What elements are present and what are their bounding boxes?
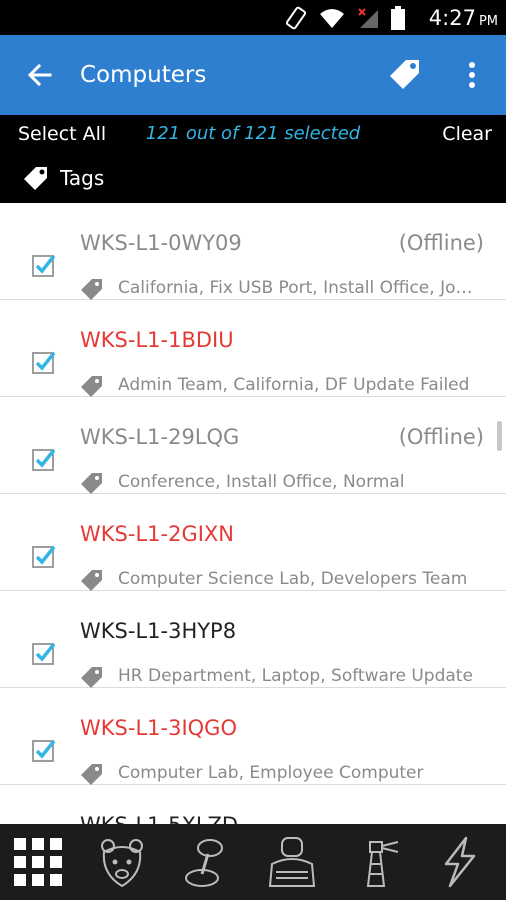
computer-tags: Computer Science Lab, Developers Team bbox=[118, 569, 468, 589]
bear-icon[interactable] bbox=[94, 834, 150, 890]
computer-tags: Admin Team, California, DF Update Failed bbox=[118, 375, 470, 395]
offline-status: (Offline) bbox=[398, 231, 484, 255]
lightning-bolt-icon[interactable] bbox=[432, 834, 488, 890]
tag-icon bbox=[81, 570, 102, 591]
time-ampm: PM bbox=[478, 14, 498, 29]
computer-tags: Conference, Install Office, Normal bbox=[118, 472, 405, 492]
list-item[interactable]: WKS-L1-5XLZD bbox=[0, 785, 506, 824]
checkbox-checked-icon[interactable] bbox=[32, 738, 56, 762]
battery-icon bbox=[391, 6, 405, 30]
checkbox-checked-icon[interactable] bbox=[32, 641, 56, 665]
status-icons bbox=[284, 6, 406, 30]
computer-tags: HR Department, Laptop, Software Update bbox=[118, 666, 473, 686]
joystick-icon[interactable] bbox=[180, 834, 236, 890]
tag-icon bbox=[81, 667, 102, 688]
back-arrow-icon[interactable] bbox=[24, 59, 56, 91]
cellular-signal-icon bbox=[358, 8, 378, 28]
grid-menu-icon[interactable] bbox=[10, 834, 66, 890]
offline-status: (Offline) bbox=[398, 425, 484, 449]
list-item[interactable]: WKS-L1-2GIXN Computer Science Lab, Devel… bbox=[0, 494, 506, 591]
wifi-icon bbox=[320, 9, 344, 28]
tag-icon[interactable] bbox=[386, 56, 422, 92]
tag-icon bbox=[24, 167, 47, 190]
time-text: 4:27 bbox=[428, 6, 476, 30]
computer-name: WKS-L1-29LQG bbox=[80, 425, 240, 449]
list-item[interactable]: WKS-L1-1BDIU Admin Team, California, DF … bbox=[0, 300, 506, 397]
vibrate-icon bbox=[285, 6, 307, 30]
lighthouse-icon[interactable] bbox=[348, 834, 404, 890]
tags-label: Tags bbox=[60, 166, 105, 190]
computer-name: WKS-L1-1BDIU bbox=[80, 328, 234, 352]
tags-button[interactable]: Tags bbox=[22, 163, 104, 193]
checkbox-checked-icon[interactable] bbox=[32, 253, 56, 277]
tag-icon bbox=[81, 279, 102, 300]
tag-icon bbox=[81, 473, 102, 494]
computer-name: WKS-L1-3HYP8 bbox=[80, 619, 237, 643]
app-bar: Computers bbox=[0, 35, 506, 115]
select-all-button[interactable]: Select All bbox=[18, 121, 106, 147]
computer-tags: California, Fix USB Port, Install Office… bbox=[118, 278, 473, 298]
checkbox-checked-icon[interactable] bbox=[32, 544, 56, 568]
checkbox-checked-icon[interactable] bbox=[32, 447, 56, 471]
checkbox-checked-icon[interactable] bbox=[32, 350, 56, 374]
list-item[interactable]: WKS-L1-3IQGO Computer Lab, Employee Comp… bbox=[0, 688, 506, 785]
computer-list[interactable]: WKS-L1-0WY09 (Offline) California, Fix U… bbox=[0, 203, 506, 824]
page-title: Computers bbox=[80, 62, 207, 88]
computer-name: WKS-L1-3IQGO bbox=[80, 716, 237, 740]
computer-name: WKS-L1-0WY09 bbox=[80, 231, 242, 255]
list-item[interactable]: WKS-L1-3HYP8 HR Department, Laptop, Soft… bbox=[0, 591, 506, 688]
computer-name: WKS-L1-5XLZD bbox=[80, 809, 238, 824]
computer-tags: Computer Lab, Employee Computer bbox=[118, 763, 424, 783]
status-time: 4:27 PM bbox=[429, 4, 498, 36]
selection-bar: 121 out of 121 selected Select All Clear… bbox=[0, 115, 506, 203]
computer-name: WKS-L1-2GIXN bbox=[80, 522, 235, 546]
clear-button[interactable]: Clear bbox=[442, 121, 492, 147]
list-scrollbar[interactable] bbox=[497, 421, 502, 451]
tag-icon bbox=[81, 764, 102, 785]
list-item[interactable]: WKS-L1-0WY09 (Offline) California, Fix U… bbox=[0, 203, 506, 300]
bottom-nav bbox=[0, 824, 506, 900]
status-bar: 4:27 PM bbox=[0, 0, 506, 35]
more-vert-icon[interactable] bbox=[460, 59, 484, 91]
list-item[interactable]: WKS-L1-29LQG (Offline) Conference, Insta… bbox=[0, 397, 506, 494]
user-arms-crossed-icon[interactable] bbox=[264, 834, 320, 890]
tag-icon bbox=[81, 376, 102, 397]
